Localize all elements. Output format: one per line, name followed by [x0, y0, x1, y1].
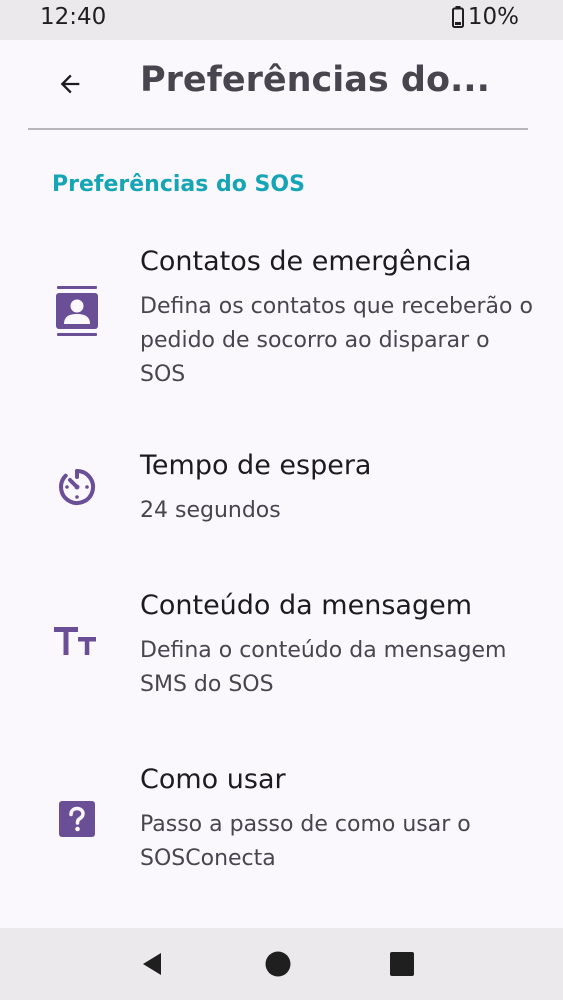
back-button[interactable] — [48, 62, 92, 106]
status-indicators: 10% — [451, 4, 519, 30]
section-header-sos: Preferências do SOS — [52, 172, 305, 197]
pref-title: Conteúdo da mensagem — [140, 590, 472, 621]
pref-item-message-content[interactable]: Conteúdo da mensagem Defina o conteúdo d… — [0, 590, 563, 710]
pref-item-wait-time[interactable]: Tempo de espera 24 segundos — [0, 450, 563, 530]
pref-summary: Defina os contatos que receberão o pedid… — [140, 294, 533, 387]
battery-percentage: 10% — [467, 4, 519, 30]
nav-recents-icon — [390, 952, 414, 976]
nav-back-icon — [143, 953, 161, 975]
battery-low-icon — [451, 6, 464, 28]
timer-icon — [54, 464, 100, 510]
pref-summary: Passo a passo de como usar o SOSConecta — [140, 812, 471, 871]
pref-title: Como usar — [140, 764, 286, 795]
pref-title: Contatos de emergência — [140, 246, 472, 277]
pref-summary: Defina o conteúdo da mensagem SMS do SOS — [140, 638, 507, 697]
nav-recents-button[interactable] — [384, 946, 420, 982]
pref-summary: 24 segundos — [140, 498, 281, 523]
top-app-bar: Preferências do... — [0, 40, 563, 128]
text-size-icon — [54, 618, 100, 664]
status-bar: 12:40 10% — [0, 0, 563, 40]
pref-title: Tempo de espera — [140, 450, 372, 481]
arrow-back-icon — [60, 74, 80, 94]
page-title: Preferências do... — [140, 60, 490, 100]
system-navigation-bar — [0, 928, 563, 1000]
pref-item-how-to-use[interactable]: Como usar Passo a passo de como usar o S… — [0, 764, 563, 884]
nav-home-button[interactable] — [260, 946, 296, 982]
pref-item-emergency-contacts[interactable]: Contatos de emergência Defina os contato… — [0, 246, 563, 396]
status-time: 12:40 — [40, 4, 107, 30]
app-bar-divider — [28, 128, 528, 130]
nav-home-icon — [265, 951, 291, 977]
nav-back-button[interactable] — [134, 946, 170, 982]
help-icon — [54, 796, 100, 842]
contact-card-icon — [54, 286, 100, 336]
